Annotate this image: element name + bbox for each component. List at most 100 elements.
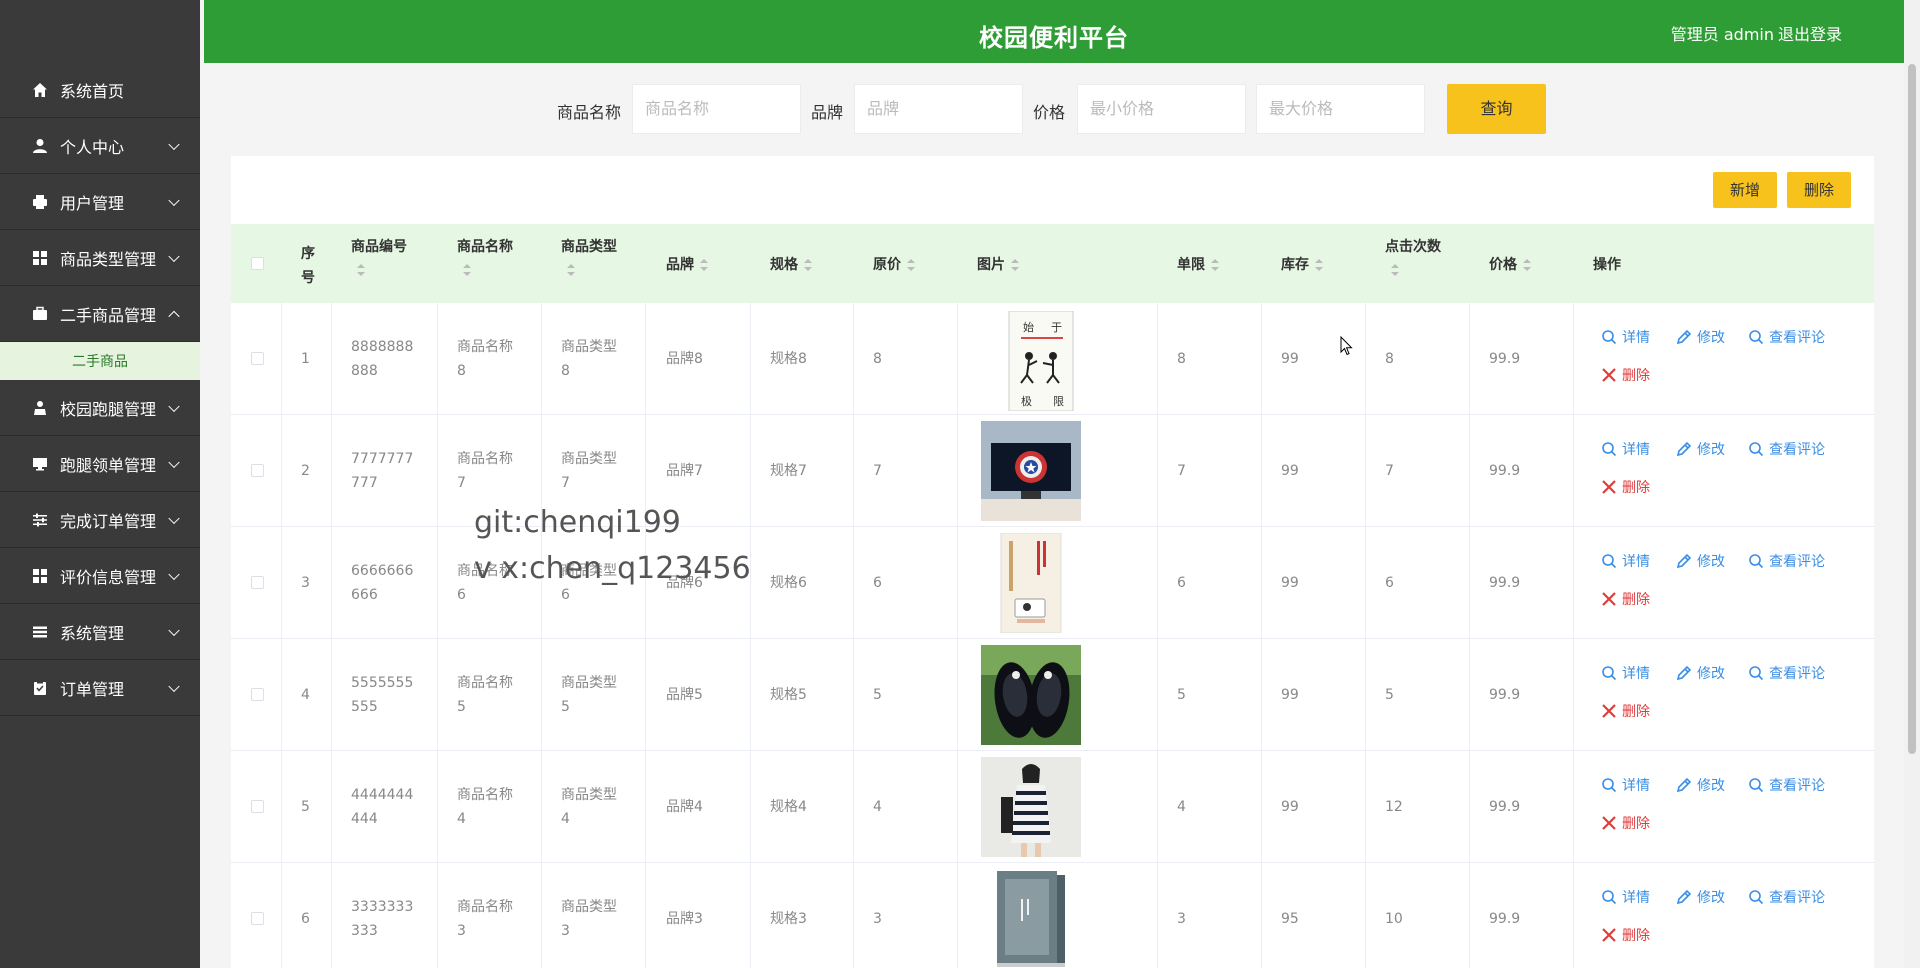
detail-button[interactable]: 详情 bbox=[1601, 551, 1650, 571]
header-price[interactable]: 价格 bbox=[1489, 254, 1531, 274]
min-price-input[interactable]: 最小价格 bbox=[1077, 84, 1246, 134]
cell-stock: 99 bbox=[1281, 687, 1299, 703]
row-checkbox[interactable] bbox=[251, 464, 264, 477]
row-checkbox[interactable] bbox=[251, 912, 264, 925]
cell-clicks: 7 bbox=[1385, 463, 1394, 479]
row-checkbox[interactable] bbox=[251, 688, 264, 701]
sort-icon[interactable] bbox=[907, 259, 915, 271]
view-comments-button[interactable]: 查看评论 bbox=[1748, 551, 1825, 571]
detail-button[interactable]: 详情 bbox=[1601, 663, 1650, 683]
header-code[interactable]: 商品编号 bbox=[351, 236, 407, 276]
sidebar-item-system[interactable]: 系统管理 bbox=[0, 604, 200, 660]
sort-icon[interactable] bbox=[1211, 259, 1219, 271]
sort-icon[interactable] bbox=[1523, 259, 1531, 271]
product-image[interactable] bbox=[981, 869, 1081, 968]
header-original-price[interactable]: 原价 bbox=[873, 254, 915, 274]
sidebar-item-errand-orders[interactable]: 跑腿领单管理 bbox=[0, 436, 200, 492]
detail-button[interactable]: 详情 bbox=[1601, 887, 1650, 907]
column-divider bbox=[281, 863, 282, 968]
cell-price: 99.9 bbox=[1489, 911, 1521, 927]
sort-icon[interactable] bbox=[463, 264, 471, 276]
sort-icon[interactable] bbox=[1391, 264, 1399, 276]
view-comments-button[interactable]: 查看评论 bbox=[1748, 663, 1825, 683]
header-brand[interactable]: 品牌 bbox=[666, 254, 708, 274]
batch-delete-button[interactable]: 删除 bbox=[1787, 172, 1851, 208]
row-checkbox[interactable] bbox=[251, 352, 264, 365]
cell-line: 5 bbox=[561, 699, 570, 715]
detail-button[interactable]: 详情 bbox=[1601, 327, 1650, 347]
view-comments-button[interactable]: 查看评论 bbox=[1748, 439, 1825, 459]
header-spec[interactable]: 规格 bbox=[770, 254, 812, 274]
delete-button[interactable]: 删除 bbox=[1601, 813, 1650, 833]
sidebar-item-secondhand[interactable]: 二手商品管理 bbox=[0, 286, 200, 342]
product-image[interactable]: 始 于极 限 bbox=[991, 310, 1091, 412]
row-checkbox[interactable] bbox=[251, 576, 264, 589]
cell-spec: 规格3 bbox=[770, 911, 807, 927]
sidebar-item-completed-orders[interactable]: 完成订单管理 bbox=[0, 492, 200, 548]
product-name-input[interactable]: 商品名称 bbox=[632, 84, 801, 134]
header-type[interactable]: 商品类型 bbox=[561, 236, 617, 276]
sidebar-item-errands[interactable]: 校园跑腿管理 bbox=[0, 380, 200, 436]
view-comments-button[interactable]: 查看评论 bbox=[1748, 887, 1825, 907]
edit-button[interactable]: 修改 bbox=[1676, 775, 1725, 795]
edit-button[interactable]: 修改 bbox=[1676, 327, 1725, 347]
delete-button[interactable]: 删除 bbox=[1601, 925, 1650, 945]
detail-button[interactable]: 详情 bbox=[1601, 439, 1650, 459]
product-image[interactable] bbox=[981, 757, 1081, 857]
sidebar-item-users[interactable]: 用户管理 bbox=[0, 174, 200, 230]
delete-button[interactable]: 删除 bbox=[1601, 477, 1650, 497]
edit-button[interactable]: 修改 bbox=[1676, 439, 1725, 459]
header-image[interactable]: 图片 bbox=[977, 254, 1019, 274]
product-image[interactable] bbox=[981, 532, 1081, 634]
cell-line: 5 bbox=[457, 699, 466, 715]
product-image[interactable] bbox=[981, 421, 1081, 521]
search-icon bbox=[1602, 442, 1617, 457]
sidebar-item-reviews[interactable]: 评价信息管理 bbox=[0, 548, 200, 604]
watermark-line: v x:chen_q123456 bbox=[474, 551, 751, 586]
sort-icon[interactable] bbox=[1315, 259, 1323, 271]
scrollbar-thumb[interactable] bbox=[1908, 64, 1916, 754]
table-row: 5 4444444 444 商品名称 4 商品类型 4 品牌4 规格4 4 4 99 12 99.9 详情修… bbox=[231, 751, 1874, 863]
header-clicks[interactable]: 点击次数 bbox=[1385, 236, 1441, 276]
sort-icon[interactable] bbox=[1011, 259, 1019, 271]
view-comments-button[interactable]: 查看评论 bbox=[1748, 327, 1825, 347]
cell-stock: 99 bbox=[1281, 463, 1299, 479]
op-label: 详情 bbox=[1622, 778, 1650, 794]
header-name[interactable]: 商品名称 bbox=[457, 236, 513, 276]
op-label: 删除 bbox=[1622, 592, 1650, 608]
op-label: 查看评论 bbox=[1769, 666, 1825, 682]
sort-icon[interactable] bbox=[804, 259, 812, 271]
brand-input[interactable]: 品牌 bbox=[854, 84, 1023, 134]
sidebar-item-product-types[interactable]: 商品类型管理 bbox=[0, 230, 200, 286]
cell-index: 1 bbox=[301, 351, 310, 367]
edit-button[interactable]: 修改 bbox=[1676, 663, 1725, 683]
column-divider bbox=[331, 303, 332, 415]
search-button[interactable]: 查询 bbox=[1447, 84, 1546, 134]
sidebar-subitem-secondhand-goods[interactable]: 二手商品 bbox=[0, 342, 200, 380]
cell-price: 99.9 bbox=[1489, 351, 1521, 367]
page-scrollbar[interactable] bbox=[1904, 0, 1920, 968]
view-comments-button[interactable]: 查看评论 bbox=[1748, 775, 1825, 795]
sort-icon[interactable] bbox=[567, 264, 575, 276]
sort-icon[interactable] bbox=[700, 259, 708, 271]
max-price-input[interactable]: 最大价格 bbox=[1256, 84, 1425, 134]
delete-button[interactable]: 删除 bbox=[1601, 589, 1650, 609]
add-button[interactable]: 新增 bbox=[1713, 172, 1777, 208]
header-stock[interactable]: 库存 bbox=[1281, 254, 1323, 274]
edit-button[interactable]: 修改 bbox=[1676, 887, 1725, 907]
header-limit[interactable]: 单限 bbox=[1177, 254, 1219, 274]
sidebar-item-orders[interactable]: 订单管理 bbox=[0, 660, 200, 716]
header-index[interactable]: 序号 bbox=[301, 242, 319, 290]
logout-link[interactable]: 退出登录 bbox=[1778, 21, 1842, 45]
column-divider bbox=[541, 751, 542, 863]
select-all-checkbox[interactable] bbox=[251, 257, 264, 270]
sort-icon[interactable] bbox=[357, 264, 365, 276]
edit-button[interactable]: 修改 bbox=[1676, 551, 1725, 571]
row-checkbox[interactable] bbox=[251, 800, 264, 813]
delete-button[interactable]: 删除 bbox=[1601, 365, 1650, 385]
product-image[interactable] bbox=[981, 645, 1081, 745]
cell-name: 商品名称 4 bbox=[457, 783, 513, 831]
column-divider bbox=[750, 751, 751, 863]
detail-button[interactable]: 详情 bbox=[1601, 775, 1650, 795]
delete-button[interactable]: 删除 bbox=[1601, 701, 1650, 721]
